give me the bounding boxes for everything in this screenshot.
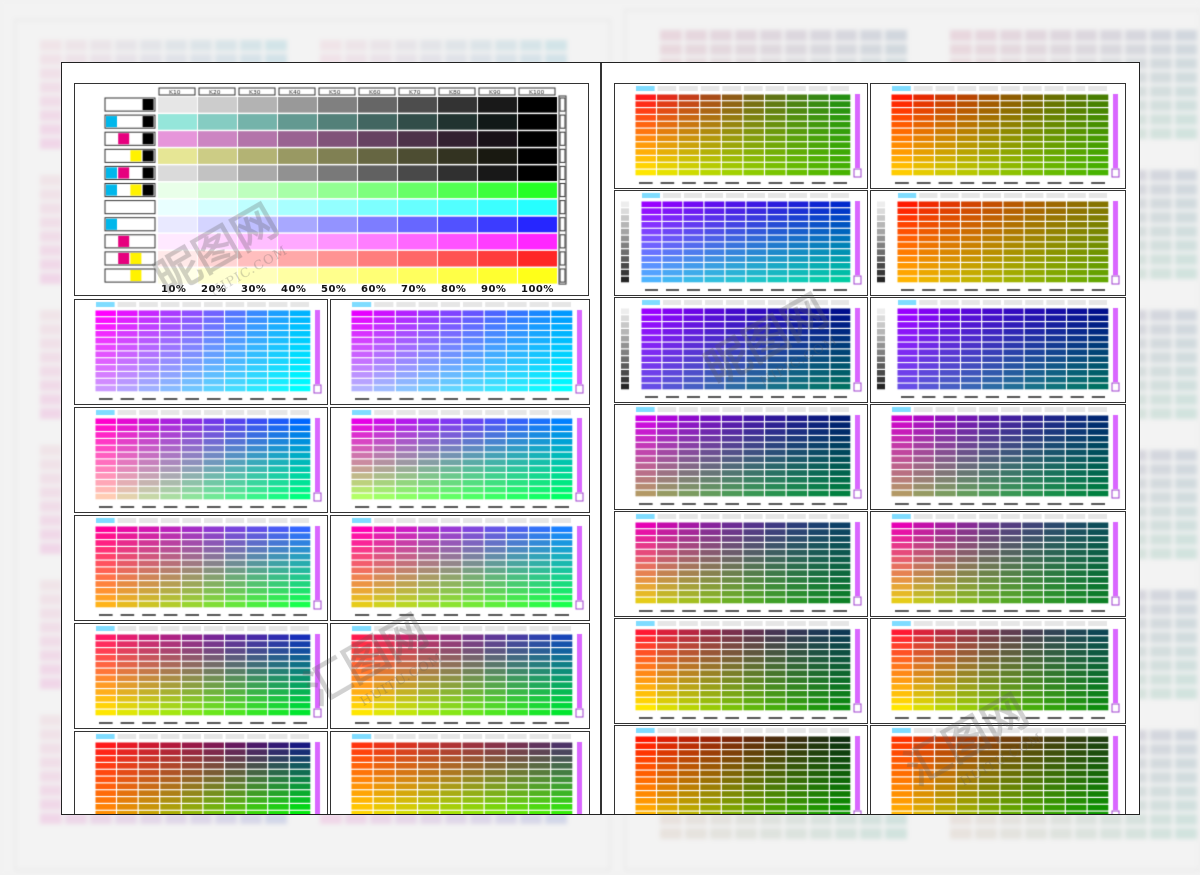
swatch-grid xyxy=(331,732,589,814)
percent-label: 70% xyxy=(401,284,427,295)
swatch-grid xyxy=(75,300,327,404)
swatch-grid xyxy=(75,408,327,512)
page-spine-divider xyxy=(600,63,602,814)
swatch-grid xyxy=(871,298,1125,402)
swatch-panel xyxy=(330,515,590,621)
swatch-grid xyxy=(75,624,327,728)
swatch-grid xyxy=(871,84,1125,188)
percent-label: 60% xyxy=(361,284,387,295)
swatch-panel xyxy=(870,404,1126,510)
swatch-panel xyxy=(74,515,328,621)
swatch-grid xyxy=(331,624,589,728)
swatch-grid xyxy=(615,619,867,723)
swatch-panel xyxy=(614,297,868,403)
swatch-panel xyxy=(74,299,328,405)
percent-label: 90% xyxy=(481,284,507,295)
swatch-panel xyxy=(870,190,1126,296)
percent-label: 20% xyxy=(201,284,227,295)
swatch-grid xyxy=(615,726,867,814)
swatch-panel xyxy=(330,731,590,814)
swatch-panel xyxy=(614,618,868,724)
color-chart-sheet: 10% 20% 30% 40% 50% 60% 70% 80% 90% 100% 昵图网 NIPI… xyxy=(61,62,1140,815)
percent-label: 10% xyxy=(161,284,187,295)
percent-label: 80% xyxy=(441,284,467,295)
swatch-panel xyxy=(614,190,868,296)
swatch-grid xyxy=(615,512,867,616)
swatch-grid xyxy=(331,516,589,620)
swatch-grid xyxy=(871,512,1125,616)
swatch-panel xyxy=(74,407,328,513)
swatch-panel xyxy=(74,731,328,814)
swatch-grid xyxy=(871,619,1125,723)
swatch-panel xyxy=(330,299,590,405)
swatch-panel xyxy=(74,623,328,729)
swatch-grid xyxy=(331,408,589,512)
percent-label: 50% xyxy=(321,284,347,295)
swatch-panel xyxy=(330,623,590,729)
swatch-grid xyxy=(331,300,589,404)
swatch-panel xyxy=(870,297,1126,403)
swatch-grid xyxy=(871,726,1125,814)
swatch-panel xyxy=(870,83,1126,189)
swatch-panel xyxy=(614,404,868,510)
cmyk-master-swatch-grid xyxy=(75,84,588,295)
swatch-grid xyxy=(75,732,327,814)
swatch-panel xyxy=(614,83,868,189)
cmyk-master-swatch-panel: 10% 20% 30% 40% 50% 60% 70% 80% 90% 100% xyxy=(74,83,589,296)
swatch-grid xyxy=(615,298,867,402)
percent-label: 30% xyxy=(241,284,267,295)
swatch-grid xyxy=(615,84,867,188)
swatch-panel xyxy=(614,511,868,617)
swatch-grid xyxy=(871,405,1125,509)
swatch-grid xyxy=(75,516,327,620)
percent-label: 100% xyxy=(521,284,554,295)
swatch-grid xyxy=(871,191,1125,295)
swatch-panel xyxy=(870,618,1126,724)
swatch-grid xyxy=(615,405,867,509)
swatch-panel xyxy=(870,511,1126,617)
swatch-panel xyxy=(614,725,868,814)
swatch-panel xyxy=(870,725,1126,814)
percent-label: 40% xyxy=(281,284,307,295)
swatch-grid xyxy=(615,191,867,295)
swatch-panel xyxy=(330,407,590,513)
